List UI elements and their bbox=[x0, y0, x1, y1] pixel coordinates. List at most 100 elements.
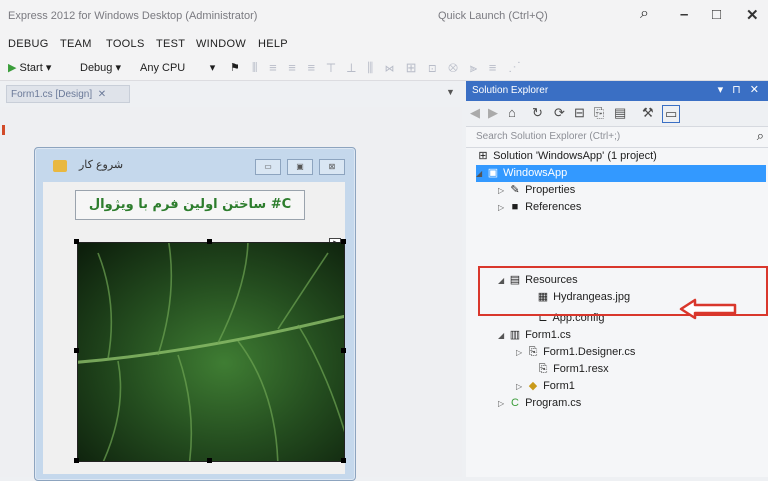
tree-item-properties[interactable]: ▷ ✎ Properties bbox=[498, 182, 575, 199]
window-title: Express 2012 for Windows Desktop (Admini… bbox=[8, 10, 258, 22]
menu-tools[interactable]: TOOLS bbox=[106, 38, 145, 50]
menu-test[interactable]: TEST bbox=[156, 38, 185, 50]
menu-debug[interactable]: DEBUG bbox=[8, 38, 49, 50]
tree-item-label: Form1.cs bbox=[525, 329, 571, 341]
solution-icon: ⊞ bbox=[478, 150, 488, 162]
tree-item-label: Form1.Designer.cs bbox=[543, 346, 636, 358]
designer-surface: شروع کار ▭ ▣ ⊠ ساختن اولین فرم با ویژوال… bbox=[0, 107, 462, 481]
tree-item-label: Form1 bbox=[543, 380, 575, 392]
selection-handle[interactable] bbox=[341, 458, 346, 463]
selection-handle[interactable] bbox=[74, 239, 79, 244]
menu-help[interactable]: HELP bbox=[258, 38, 288, 50]
collapsed-icon[interactable]: ▷ bbox=[516, 378, 526, 395]
references-icon: ■ bbox=[511, 201, 519, 213]
annotation-arrow-icon bbox=[679, 298, 737, 320]
collapsed-icon[interactable]: ▷ bbox=[516, 344, 526, 361]
resx-file-icon: ⎘ bbox=[538, 363, 548, 375]
form-minimize-icon: ▭ bbox=[255, 159, 281, 175]
solution-explorer-search[interactable]: Search Solution Explorer (Ctrl+;) ⌕ bbox=[466, 126, 768, 148]
preview-icon[interactable]: ▭ bbox=[662, 105, 681, 123]
chevron-down-icon[interactable]: ▼ bbox=[446, 87, 455, 97]
properties-icon[interactable]: ⚒ bbox=[642, 105, 654, 121]
collapse-icon[interactable]: ⊟ bbox=[574, 105, 585, 121]
document-tab-row: Form1.cs [Design] ✕ ▼ bbox=[0, 81, 462, 107]
tree-item-solution[interactable]: ⊞ Solution 'WindowsApp' (1 project) bbox=[476, 148, 657, 165]
configuration-value: Debug bbox=[80, 62, 113, 74]
menu-team[interactable]: TEAM bbox=[60, 38, 92, 50]
search-icon[interactable]: ⌕ bbox=[757, 128, 764, 144]
tree-item-label: WindowsApp bbox=[503, 167, 568, 179]
search-input[interactable]: Search Solution Explorer (Ctrl+;) bbox=[476, 131, 620, 142]
tree-item-label: Form1.resx bbox=[553, 363, 609, 375]
tree-item-program[interactable]: ▷ C Program.cs bbox=[498, 395, 581, 412]
maximize-button[interactable]: □ bbox=[712, 6, 721, 23]
minimize-button[interactable]: – bbox=[680, 6, 688, 23]
start-label: Start bbox=[19, 62, 43, 74]
view-code-icon[interactable]: ▤ bbox=[614, 105, 626, 121]
back-icon[interactable]: ◀ bbox=[470, 105, 480, 121]
form-window[interactable]: شروع کار ▭ ▣ ⊠ ساختن اولین فرم با ویژوال… bbox=[34, 147, 356, 481]
collapsed-icon[interactable]: ▷ bbox=[498, 199, 508, 216]
csharp-file-icon: C bbox=[511, 397, 519, 409]
close-button[interactable]: ✕ bbox=[746, 6, 759, 24]
solution-explorer-title: Solution Explorer bbox=[472, 85, 549, 96]
tree-item-label: Solution 'WindowsApp' (1 project) bbox=[493, 150, 657, 162]
tree-item-references[interactable]: ▷ ■ References bbox=[498, 199, 581, 216]
start-button[interactable]: ▶ Start ▾ bbox=[8, 61, 51, 74]
selection-handle[interactable] bbox=[74, 348, 79, 353]
tree-item-form1-cs[interactable]: ◢ ▥ Form1.cs bbox=[498, 327, 571, 344]
expand-icon[interactable]: ◢ bbox=[498, 327, 508, 344]
tree-item-label: References bbox=[525, 201, 582, 213]
quick-launch-input[interactable]: Quick Launch (Ctrl+Q) bbox=[438, 10, 548, 22]
tab-form1-design[interactable]: Form1.cs [Design] ✕ bbox=[6, 85, 130, 103]
refresh-icon[interactable]: ⟳ bbox=[554, 105, 565, 121]
solution-explorer-header: Solution Explorer ▾ ⊓ ✕ bbox=[466, 81, 768, 101]
selection-handle[interactable] bbox=[341, 348, 346, 353]
expand-icon[interactable]: ◢ bbox=[476, 165, 486, 182]
play-icon: ▶ bbox=[8, 62, 17, 74]
platform-value: Any CPU bbox=[140, 62, 186, 74]
class-icon: ◆ bbox=[528, 380, 538, 392]
search-icon[interactable]: ⌕ bbox=[640, 5, 649, 23]
home-icon[interactable]: ⌂ bbox=[508, 105, 516, 120]
tree-item-form1[interactable]: ▷ ◆ Form1 bbox=[516, 378, 575, 395]
form-maximize-icon: ▣ bbox=[287, 159, 313, 175]
form-file-icon: ▥ bbox=[509, 329, 521, 341]
wrench-icon: ✎ bbox=[510, 184, 520, 196]
sync-icon[interactable]: ↻ bbox=[532, 105, 543, 121]
picture-box[interactable] bbox=[77, 242, 345, 462]
tree-item-label: Program.cs bbox=[525, 397, 582, 409]
menu-window[interactable]: WINDOW bbox=[196, 38, 246, 50]
form-close-icon: ⊠ bbox=[319, 159, 345, 175]
attach-icon[interactable]: ⚑ bbox=[230, 61, 240, 74]
selection-handle[interactable] bbox=[207, 239, 212, 244]
selection-handle[interactable] bbox=[341, 239, 346, 244]
selection-handle[interactable] bbox=[207, 458, 212, 463]
format-toolbar-icons: ⫴ ≡ ≡ ≡ ⊤ ⊥ ⫼ ⋈ ⊞ ⊡ ⊗ ⫸ ≡ ⋰ bbox=[252, 60, 525, 75]
configuration-select[interactable]: Debug ▾ bbox=[80, 61, 121, 74]
collapsed-icon[interactable]: ▷ bbox=[498, 182, 508, 199]
tab-label: Form1.cs [Design] bbox=[11, 89, 93, 100]
selection-handle[interactable] bbox=[74, 458, 79, 463]
show-all-files-icon[interactable]: ⎘ bbox=[594, 105, 604, 121]
form-icon bbox=[53, 160, 67, 172]
platform-select[interactable]: Any CPU ▾ bbox=[140, 61, 215, 74]
collapsed-icon[interactable]: ▷ bbox=[498, 395, 508, 412]
menu-bar: DEBUG TEAM TOOLS TEST WINDOW HELP bbox=[0, 34, 768, 56]
marker bbox=[2, 125, 5, 135]
forward-icon[interactable]: ▶ bbox=[488, 105, 498, 121]
leaf-image bbox=[78, 243, 344, 461]
tree-item-form1-designer[interactable]: ▷ ⎘ Form1.Designer.cs bbox=[516, 344, 635, 361]
tree-item-label: Properties bbox=[525, 184, 576, 196]
title-bar: Express 2012 for Windows Desktop (Admini… bbox=[0, 0, 768, 34]
toolbar: ▶ Start ▾ Debug ▾ Any CPU ▾ ⚑ ⫴ ≡ ≡ ≡ ⊤ … bbox=[0, 56, 768, 81]
tree-item-project[interactable]: ◢ ▣ WindowsApp bbox=[476, 165, 766, 182]
form-label[interactable]: ساختن اولین فرم با ویژوال #C bbox=[75, 190, 305, 220]
pin-icon[interactable]: ▾ ⊓ ✕ bbox=[718, 83, 762, 96]
tree-item-form1-resx[interactable]: ⎘ Form1.resx bbox=[536, 361, 609, 378]
csharp-project-icon: ▣ bbox=[487, 167, 499, 179]
form-caption: شروع کار bbox=[79, 159, 124, 171]
form-client-area: ساختن اولین فرم با ویژوال #C ▸ bbox=[43, 182, 346, 474]
csharp-file-icon: ⎘ bbox=[528, 346, 538, 358]
solution-explorer-toolbar: ◀ ▶ ⌂ ↻ ⟳ ⊟ ⎘ ▤ ⚒ ▭ bbox=[466, 101, 768, 125]
